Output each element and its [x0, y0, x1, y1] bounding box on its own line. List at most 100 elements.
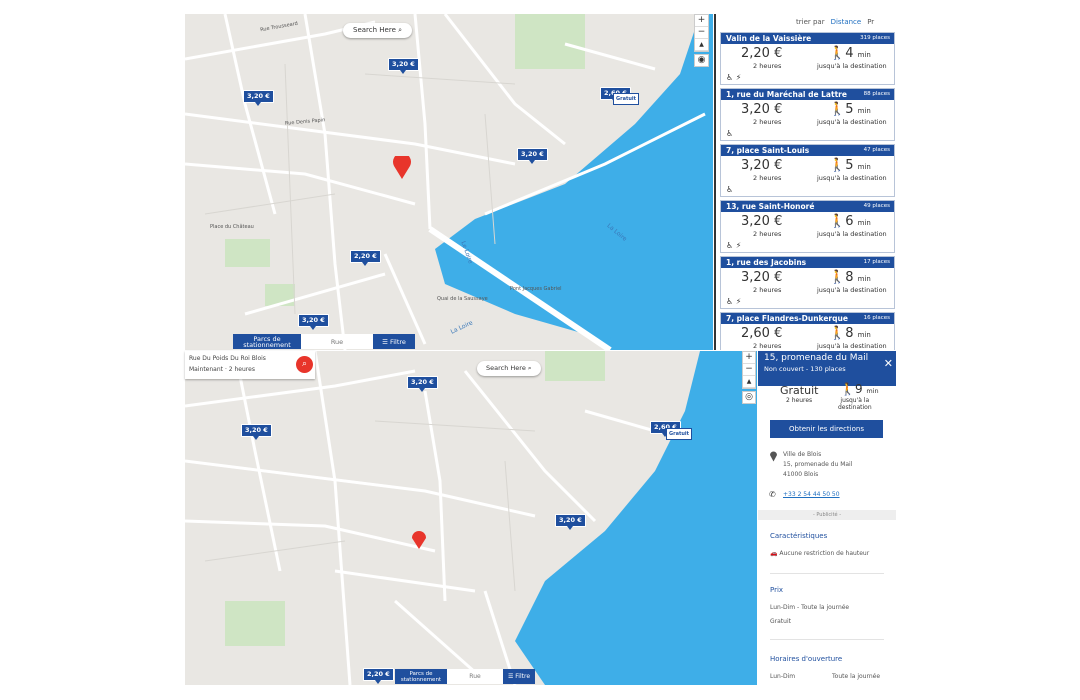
separator-icon: · — [224, 366, 227, 373]
eye-icon: ◉ — [697, 55, 706, 65]
parking-list[interactable]: trier par Distance Pr Valin de la Vaissi… — [714, 14, 897, 350]
top-map[interactable]: Search Here ⌕ + − ▲ ◉ 3,20 € 3,20 € 3,20… — [185, 14, 713, 350]
price-pin[interactable]: 3,20 € — [298, 314, 329, 330]
destination-pin-icon — [412, 531, 426, 549]
filter-button[interactable]: ☰ Filtre — [373, 334, 415, 349]
parking-card[interactable]: 7, place Saint-Louis 47 places 3,20 € 2 h… — [720, 144, 895, 197]
detail-price: Gratuit — [780, 384, 819, 397]
hours-value: Toute la journée — [832, 673, 881, 680]
view-toggle[interactable]: ◉ — [694, 54, 709, 67]
card-price: 3,20 € — [741, 158, 783, 173]
filter-button[interactable]: ☰ Filtre — [503, 669, 535, 684]
accessibility-icon: ♿ ⚡ — [726, 73, 742, 82]
card-places: 319 places — [860, 35, 890, 41]
location-pin-icon — [770, 451, 777, 462]
price-pin[interactable]: 2,20 € — [363, 668, 394, 684]
card-walk: 🚶8 min — [829, 270, 871, 285]
phone-link[interactable]: +33 2 54 44 50 50 — [783, 491, 840, 498]
card-walk: 🚶4 min — [829, 46, 871, 61]
parks-tab[interactable]: Parcs de stationnement — [233, 334, 301, 349]
street-tab[interactable]: Rue — [301, 334, 373, 349]
zoom-in-button[interactable]: + — [743, 352, 755, 364]
parking-card[interactable]: 1, rue des Jacobins 17 places 3,20 € 2 he… — [720, 256, 895, 309]
filter-icon: ☰ — [382, 337, 390, 346]
parking-card[interactable]: 1, rue du Maréchal de Lattre 88 places 3,… — [720, 88, 895, 141]
sort-price[interactable]: Pr — [867, 18, 874, 26]
card-duration: 2 heures — [753, 286, 782, 294]
divider — [770, 573, 884, 574]
card-price: 2,20 € — [741, 46, 783, 61]
accessibility-icon: ♿ — [726, 185, 734, 194]
card-price: 2,60 € — [741, 326, 783, 341]
time-duration[interactable]: 2 heures — [229, 366, 255, 373]
price-pin[interactable]: 3,20 € — [555, 514, 586, 530]
card-duration: 2 heures — [753, 174, 782, 182]
card-places: 49 places — [863, 203, 890, 209]
gratuit-pin[interactable]: Gratuit — [666, 428, 692, 440]
hours-title: Horaires d'ouverture — [770, 655, 843, 663]
street-tab[interactable]: Rue — [447, 669, 503, 684]
accessibility-icon: ♿ ⚡ — [726, 297, 742, 306]
walk-icon: 🚶 — [829, 326, 846, 341]
parking-card[interactable]: 7, place Flandres-Dunkerque 16 places 2,6… — [720, 312, 895, 350]
parking-card[interactable]: 13, rue Saint-Honoré 49 places 3,20 € 2 h… — [720, 200, 895, 253]
search-icon: ⌕ — [301, 359, 308, 369]
search-here-button[interactable]: Search Here ⌕ — [477, 361, 541, 376]
map-label: Quai de la Saussaye — [437, 296, 488, 302]
accessibility-icon: ♿ — [726, 129, 734, 138]
walk-icon: 🚶 — [829, 270, 846, 285]
card-price: 3,20 € — [741, 102, 783, 117]
detail-title: 15, promenade du Mail — [764, 353, 869, 363]
card-price: 3,20 € — [741, 214, 783, 229]
zoom-out-button[interactable]: − — [695, 27, 708, 39]
phone-icon: ✆ — [769, 490, 776, 499]
price-pin[interactable]: 3,20 € — [517, 148, 548, 164]
walk-icon: 🚶 — [840, 382, 855, 396]
address-text: Rue Du Poids Du Roi Blois — [189, 355, 266, 362]
search-button[interactable]: ⌕ — [296, 356, 313, 373]
price-pin[interactable]: 2,20 € — [350, 250, 381, 266]
parks-tab[interactable]: Parcs de stationnement — [395, 669, 447, 684]
card-destination: jusqu'à la destination — [817, 174, 887, 182]
compass-button[interactable]: ▲ — [743, 376, 755, 388]
destination-pin-icon — [393, 156, 411, 179]
locate-button[interactable]: ◎ — [742, 391, 756, 404]
price-pin[interactable]: 3,20 € — [388, 58, 419, 74]
card-name: 7, place Saint-Louis — [726, 146, 810, 155]
card-walk: 🚶6 min — [829, 214, 871, 229]
hours-days: Lun-Dim — [770, 673, 796, 680]
bottom-map-background — [185, 351, 757, 685]
price-pin[interactable]: 3,20 € — [241, 424, 272, 440]
get-directions-button[interactable]: Obtenir les directions — [770, 420, 883, 438]
car-icon: 🚗 — [770, 550, 778, 557]
walk-icon: 🚶 — [829, 158, 846, 173]
time-row: Maintenant · 2 heures — [189, 366, 255, 373]
close-icon[interactable]: ✕ — [884, 357, 893, 370]
card-destination: jusqu'à la destination — [817, 286, 887, 294]
card-name: Valin de la Vaissière — [726, 34, 812, 43]
address-box[interactable]: Rue Du Poids Du Roi Blois Maintenant · 2… — [185, 351, 315, 379]
parking-card[interactable]: Valin de la Vaissière 319 places 2,20 € 2… — [720, 32, 895, 85]
detail-duration: 2 heures — [786, 397, 813, 404]
price-pin[interactable]: 3,20 € — [407, 376, 438, 392]
card-name: 13, rue Saint-Honoré — [726, 202, 815, 211]
compass-button[interactable]: ▲ — [695, 39, 708, 51]
sort-distance[interactable]: Distance — [831, 18, 862, 26]
bottom-map[interactable]: Search Here ⌕ + − ▲ ◎ 3,20 € 3,20 € 2,60… — [185, 351, 757, 685]
card-places: 47 places — [863, 147, 890, 153]
detail-destination: jusqu'à la destination — [838, 397, 872, 411]
card-name: 1, rue du Maréchal de Lattre — [726, 90, 847, 99]
gratuit-pin[interactable]: Gratuit — [613, 93, 639, 105]
walk-icon: 🚶 — [829, 102, 846, 117]
map-label: Place du Château — [210, 224, 254, 230]
price-pin[interactable]: 3,20 € — [243, 90, 274, 106]
detail-header: 15, promenade du Mail Non couvert - 130 … — [758, 351, 896, 386]
zoom-in-button[interactable]: + — [695, 15, 708, 27]
walk-icon: 🚶 — [829, 46, 846, 61]
search-icon: ⌕ — [398, 26, 403, 34]
zoom-out-button[interactable]: − — [743, 364, 755, 376]
locate-icon: ◎ — [745, 392, 753, 402]
price-days: Lun-Dim - Toute la journée — [770, 604, 850, 611]
search-here-button[interactable]: Search Here ⌕ — [343, 23, 413, 38]
time-now[interactable]: Maintenant — [189, 366, 223, 373]
